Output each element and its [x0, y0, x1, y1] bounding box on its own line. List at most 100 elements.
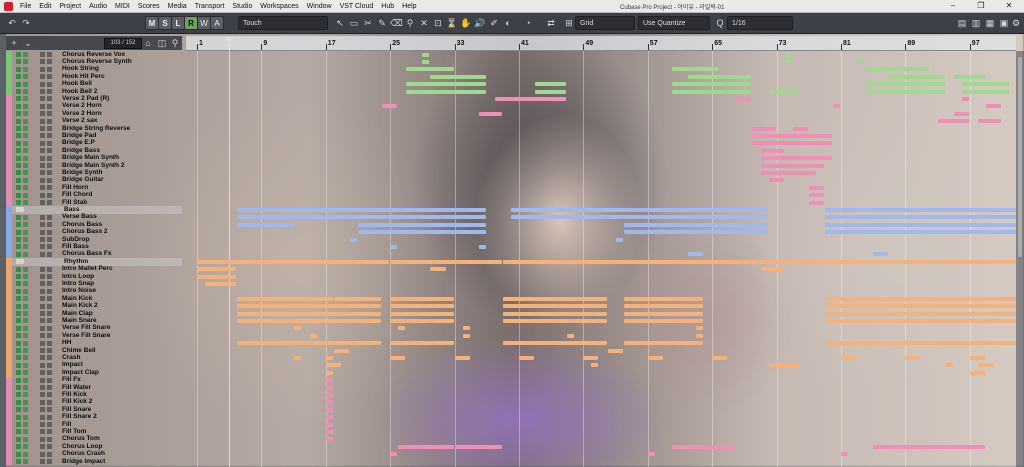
midi-part[interactable] [688, 252, 704, 257]
solo-button[interactable] [23, 185, 28, 191]
mute-button[interactable] [16, 281, 21, 287]
menu-hub[interactable]: Hub [377, 3, 398, 10]
menu-media[interactable]: Media [164, 3, 191, 10]
write-button[interactable] [47, 333, 52, 339]
read-button[interactable] [40, 303, 45, 309]
track-name[interactable]: Chorus Bass 2 [62, 228, 108, 235]
track-name[interactable]: Hook String [62, 65, 99, 72]
solo-button[interactable] [23, 74, 28, 80]
midi-part[interactable] [623, 341, 704, 346]
track-name[interactable]: Fill Water [62, 384, 91, 391]
midi-part[interactable] [535, 89, 567, 94]
midi-part[interactable] [325, 385, 333, 390]
object-select-tool-icon[interactable]: ↖ [334, 17, 346, 29]
show-inspector-icon[interactable]: ▤ [956, 17, 968, 29]
read-button[interactable] [40, 414, 45, 420]
midi-part[interactable] [623, 304, 704, 309]
write-button[interactable] [47, 214, 52, 220]
track-name[interactable]: Impact [62, 361, 83, 368]
midi-part[interactable] [197, 259, 390, 264]
automation-mode-select[interactable]: Touch [238, 16, 328, 30]
mute-button[interactable] [16, 52, 21, 57]
track-name[interactable]: Chorus Bass Fx [62, 250, 112, 257]
write-button[interactable] [47, 74, 52, 80]
solo-button[interactable] [23, 96, 28, 102]
midi-part[interactable] [671, 89, 752, 94]
midi-part[interactable] [398, 326, 406, 331]
left-locator-icon[interactable] [224, 37, 234, 44]
midi-part[interactable] [333, 348, 349, 353]
track-row[interactable]: Bridge Guitar [6, 176, 182, 185]
mute-button[interactable] [16, 96, 21, 102]
write-button[interactable] [47, 111, 52, 117]
solo-button[interactable] [23, 192, 28, 198]
midi-part[interactable] [671, 444, 736, 449]
midi-part[interactable] [808, 193, 824, 198]
solo-button[interactable] [23, 340, 28, 346]
write-button[interactable] [47, 103, 52, 109]
track-color-bar[interactable] [6, 191, 12, 199]
write-button[interactable] [47, 81, 52, 87]
midi-part[interactable] [390, 259, 502, 264]
midi-part[interactable] [237, 222, 293, 227]
midi-part[interactable] [430, 74, 486, 79]
read-button[interactable] [40, 52, 45, 57]
track-row[interactable]: Fill Snare 2 [6, 413, 182, 421]
range-tool-icon[interactable]: ▭ [348, 17, 360, 29]
track-color-bar[interactable] [6, 117, 12, 125]
midi-part[interactable] [736, 96, 752, 101]
mute-button[interactable] [16, 163, 21, 168]
solo-button[interactable] [23, 133, 28, 139]
menu-vst-cloud[interactable]: VST Cloud [336, 3, 378, 10]
midi-part[interactable] [325, 392, 333, 397]
solo-button[interactable] [23, 59, 28, 65]
track-row[interactable]: Hook Hit Perc [6, 73, 182, 81]
track-row[interactable]: Chorus Bass 2 [6, 228, 182, 236]
time-warp-tool-icon[interactable]: ⌛ [446, 17, 458, 29]
menu-project[interactable]: Project [55, 3, 85, 10]
track-color-bar[interactable] [6, 110, 12, 118]
read-button[interactable] [40, 244, 45, 250]
write-button[interactable] [47, 459, 52, 464]
erase-tool-icon[interactable]: ⌫ [390, 17, 403, 29]
track-name[interactable]: Verse Fill Snare [62, 332, 110, 339]
solo-button[interactable] [23, 325, 28, 331]
write-button[interactable] [47, 59, 52, 65]
midi-part[interactable] [390, 452, 398, 457]
read-button[interactable] [40, 333, 45, 339]
midi-part[interactable] [454, 355, 470, 360]
track-name[interactable]: Bridge Guitar [62, 176, 104, 183]
midi-part[interactable] [325, 363, 341, 368]
midi-part[interactable] [784, 52, 792, 57]
track-color-bar[interactable] [6, 361, 12, 370]
midi-part[interactable] [647, 355, 663, 360]
mute-button[interactable] [16, 237, 21, 242]
mute-button[interactable] [16, 192, 21, 198]
solo-button[interactable] [23, 266, 28, 272]
mute-button[interactable] [16, 74, 21, 80]
read-button[interactable] [40, 148, 45, 154]
read-button[interactable] [40, 192, 45, 198]
midi-part[interactable] [390, 296, 454, 301]
read-button[interactable] [40, 318, 45, 324]
midi-part[interactable] [237, 215, 486, 220]
midi-part[interactable] [865, 89, 945, 94]
midi-part[interactable] [824, 341, 1016, 346]
track-name[interactable]: Bridge Bass [62, 147, 100, 154]
midi-part[interactable] [325, 437, 333, 442]
midi-part[interactable] [325, 370, 333, 375]
write-button[interactable] [47, 436, 52, 442]
write-button[interactable] [47, 414, 52, 420]
midi-part[interactable] [237, 341, 382, 346]
midi-part[interactable] [382, 104, 398, 109]
write-button[interactable] [47, 325, 52, 331]
track-name[interactable]: Main Kick [62, 295, 92, 302]
track-color-bar[interactable] [6, 310, 12, 318]
solo-button[interactable] [23, 296, 28, 302]
read-button[interactable] [40, 429, 45, 435]
midi-part[interactable] [824, 215, 1016, 220]
midi-part[interactable] [760, 163, 824, 168]
write-button[interactable] [47, 133, 52, 139]
read-button[interactable] [40, 126, 45, 131]
read-button[interactable] [40, 66, 45, 72]
